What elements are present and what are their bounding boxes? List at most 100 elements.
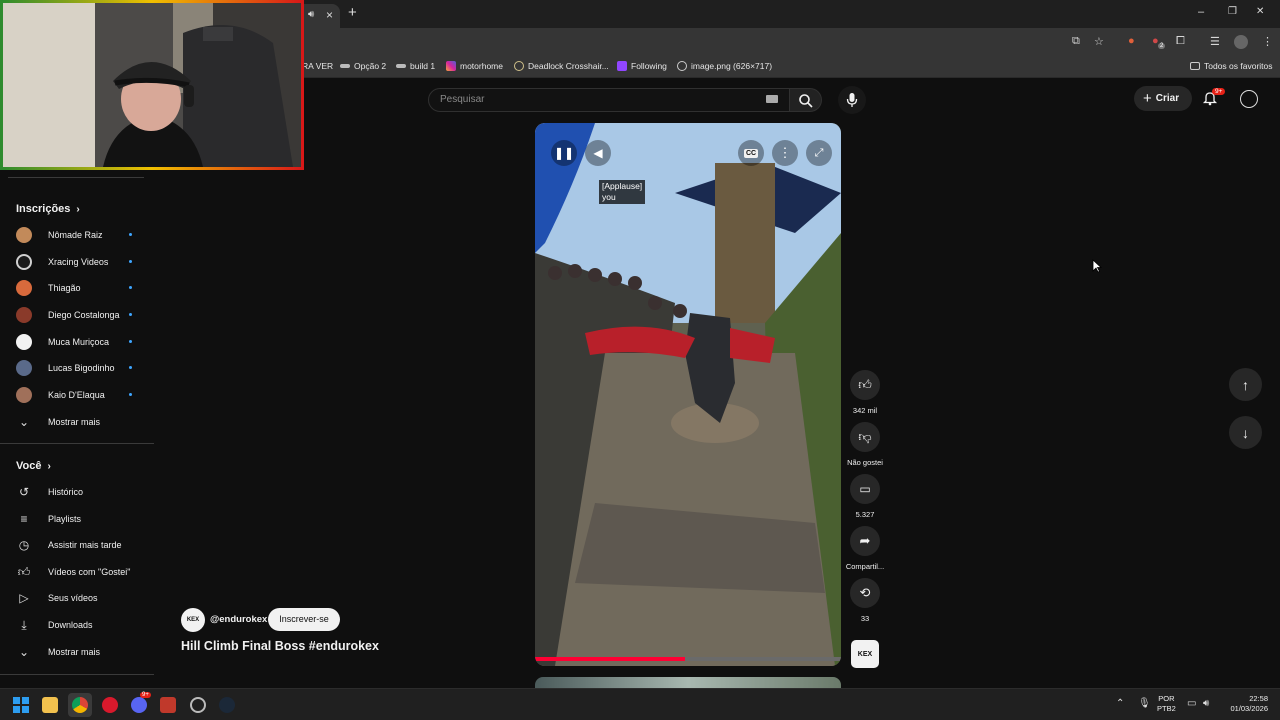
microphone-icon [846,93,858,107]
sidebar-subscription[interactable]: Thiagão [0,275,154,301]
share-label: Compartil... [845,562,885,571]
sidebar-item-downloads[interactable]: ⤓ Downloads [0,612,154,638]
steam-icon[interactable] [219,697,235,713]
sidebar-subscription[interactable]: Diego Costalonga [0,302,154,328]
like-button[interactable]: 👍︎ 342 mil [849,370,881,415]
notifications-button[interactable]: 9+ [1202,88,1226,108]
speaker-icon: ◀ [593,146,603,160]
more-options-button[interactable]: ⋮ [772,140,798,166]
comment-icon: ▭ [859,482,871,496]
sidebar-item-playlists[interactable]: ≡ Playlists [0,506,154,532]
subscribe-button[interactable]: Inscrever-se [268,608,340,631]
bookmark-item[interactable]: motorhome [446,61,503,71]
network-icon[interactable]: ▭ [1187,698,1196,709]
your-videos-icon: ▷ [19,591,29,605]
volume-button[interactable]: ◀ [585,140,611,166]
show-more-subscriptions[interactable]: ⌄ Mostrar mais [0,409,154,435]
media-controls-icon[interactable]: ☰ [1210,35,1220,48]
dislike-button[interactable]: 👎︎ Não gostei [847,422,883,467]
captions-button[interactable]: CC [738,140,764,166]
bookmark-item[interactable]: image.png (626×717) [677,61,772,71]
microphone-icon[interactable]: 🎙︎ [1138,698,1151,709]
create-button[interactable]: + Criar [1134,86,1192,111]
system-clock[interactable]: 22:58 01/03/2026 [1224,694,1268,714]
maximize-button[interactable]: ❐ [1228,6,1237,17]
browser-menu-icon[interactable]: ⋮ [1262,35,1273,48]
start-button[interactable] [13,697,29,713]
profile-avatar[interactable] [1234,35,1248,49]
sidebar-partial-item [8,170,144,178]
sidebar-item-history[interactable]: ↺ Histórico [0,479,154,505]
windows-taskbar: 9+ ⌃ 🎙︎ POR PTB2 ▭ 🔊︎ 22:58 01/03/2026 [0,688,1280,720]
opera-icon[interactable] [102,697,118,713]
streaming-app-icon[interactable] [160,697,176,713]
language-indicator[interactable]: POR PTB2 [1157,694,1176,714]
sidebar-subscription[interactable]: Kaio D'Elaqua [0,382,154,408]
plus-icon: + [1143,90,1152,107]
arrow-down-icon: ↓ [1242,424,1249,441]
extensions-puzzle-icon[interactable]: ⧠ [1176,35,1185,48]
next-short-preview[interactable] [535,677,841,688]
keyboard-icon[interactable] [766,95,778,103]
close-window-button[interactable]: ✕ [1256,6,1264,17]
bookmark-item[interactable]: Opção 2 [340,61,386,71]
playlists-icon: ≡ [20,512,28,526]
folder-icon [1190,62,1200,70]
subscriptions-heading[interactable]: Inscrições › [16,203,80,215]
pause-button[interactable]: ❚❚ [551,140,577,166]
bookmark-item[interactable]: Following [617,61,667,71]
sidebar-subscription[interactable]: Xracing Videos [0,249,154,275]
share-button[interactable]: ➦ Compartil... [846,526,884,571]
previous-short-button[interactable]: ↑ [1229,368,1262,401]
cc-icon: CC [743,148,759,158]
comments-button[interactable]: ▭ 5.327 [849,474,881,519]
instagram-icon [446,61,456,71]
speaker-icon: 🔊︎ [308,9,315,20]
chevron-down-icon: ⌄ [18,645,30,659]
dislike-label: Não gostei [847,458,883,467]
tray-chevron-icon[interactable]: ⌃ [1116,698,1124,709]
voice-search-button[interactable] [838,86,866,114]
volume-icon[interactable]: 🔊︎ [1203,698,1209,709]
search-icon [799,94,813,108]
shorts-video-player[interactable]: ❚❚ ◀ CC ⋮ ⤢ [Applause] you [535,123,841,666]
minimize-button[interactable]: – [1198,6,1204,18]
sidebar-subscription[interactable]: Lucas Bigodinho [0,355,154,381]
sidebar-item-watch-later[interactable]: ◷ Assistir mais tarde [0,532,154,558]
sound-source-thumbnail[interactable]: KEX [851,640,879,668]
arrow-up-icon: ↑ [1242,376,1249,393]
sidebar-item-liked-videos[interactable]: 👍︎ Vídeos com "Gostei" [0,559,154,585]
bookmark-item[interactable]: Deadlock Crosshair... [514,61,609,71]
obs-icon[interactable] [190,697,206,713]
remix-count: 33 [860,614,870,623]
bookmark-item[interactable]: RA VER [302,61,333,71]
discord-icon[interactable]: 9+ [131,692,151,713]
fullscreen-button[interactable]: ⤢ [806,140,832,166]
you-heading[interactable]: Você › [16,460,51,472]
extension-fox-icon[interactable]: ● [1128,35,1135,47]
like-count: 342 mil [852,406,878,415]
channel-handle[interactable]: @endurokex [210,614,267,625]
new-tab-button[interactable]: + [348,4,357,21]
short-title[interactable]: Hill Climb Final Boss #endurokex [181,639,379,653]
sidebar-subscription[interactable]: Nômade Raiz [0,222,154,248]
bookmark-star-icon[interactable]: ☆ [1094,35,1104,48]
all-bookmarks-folder[interactable]: Todos os favoritos [1190,61,1273,71]
show-more-you[interactable]: ⌄ Mostrar mais [0,639,154,665]
search-input[interactable]: Pesquisar [428,88,790,112]
taskbar-item-chrome[interactable] [68,693,92,717]
next-short-button[interactable]: ↓ [1229,416,1262,449]
install-app-icon[interactable]: ⧉ [1072,35,1080,48]
chrome-icon [72,697,88,713]
search-button[interactable] [790,88,822,112]
thumbs-down-icon: 👎︎ [858,429,872,444]
file-explorer-icon[interactable] [42,697,58,713]
channel-avatar[interactable]: KEX [181,608,205,632]
sidebar-item-your-videos[interactable]: ▷ Seus vídeos [0,585,154,611]
sidebar-subscription[interactable]: Muca Muriçoca [0,329,154,355]
account-avatar[interactable] [1240,90,1258,108]
new-content-dot [129,340,132,343]
bookmark-item[interactable]: build 1 [396,61,435,71]
tab-close-button[interactable]: × [326,8,333,22]
remix-button[interactable]: ⟲ 33 [849,578,881,623]
